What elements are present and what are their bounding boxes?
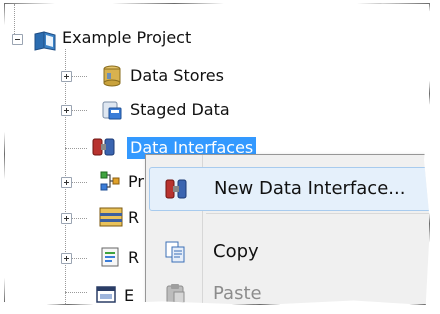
project-tree: Example Project Data Stores Staged Data [5, 4, 429, 304]
expand-toggle-staged-data[interactable] [61, 105, 72, 116]
data-interface-icon [91, 136, 115, 156]
report-icon [99, 246, 119, 267]
menu-item-label: Copy [213, 241, 259, 262]
staged-data-icon [101, 99, 122, 120]
tree-connector [65, 292, 87, 293]
menu-item-copy[interactable]: Copy [149, 231, 429, 273]
window-icon [95, 284, 116, 304]
menu-item-label: Paste [213, 283, 262, 304]
tree-connector [65, 148, 87, 149]
process-icon [99, 170, 120, 191]
paste-icon [163, 282, 187, 304]
results-icon [99, 206, 123, 227]
menu-item-label: New Data Interface... [214, 178, 406, 199]
context-menu: New Data Interface... Copy Paste [145, 154, 429, 304]
tree-node-root[interactable]: Example Project [59, 27, 194, 49]
screenshot-frame: Example Project Data Stores Staged Data [4, 3, 430, 305]
tree-node-staged-data[interactable]: Staged Data [127, 99, 233, 121]
book-icon [33, 30, 56, 51]
expand-toggle-results[interactable] [61, 213, 72, 224]
collapse-toggle-root[interactable] [12, 34, 23, 45]
data-interface-icon [164, 177, 188, 201]
expand-toggle-reports[interactable] [61, 253, 72, 264]
menu-item-paste[interactable]: Paste [149, 273, 429, 304]
menu-item-new-data-interface[interactable]: New Data Interface... [149, 167, 429, 211]
tree-node-results[interactable]: R [125, 207, 142, 229]
expand-toggle-data-stores[interactable] [61, 71, 72, 82]
tree-node-processes[interactable]: Pr [125, 171, 147, 193]
database-icon [101, 65, 121, 87]
expand-toggle-processes[interactable] [61, 177, 72, 188]
copy-icon [163, 240, 187, 264]
menu-separator [206, 213, 429, 214]
tree-node-reports[interactable]: R [125, 247, 142, 269]
tree-node-e[interactable]: E [121, 285, 137, 304]
tree-node-data-stores[interactable]: Data Stores [127, 65, 227, 87]
